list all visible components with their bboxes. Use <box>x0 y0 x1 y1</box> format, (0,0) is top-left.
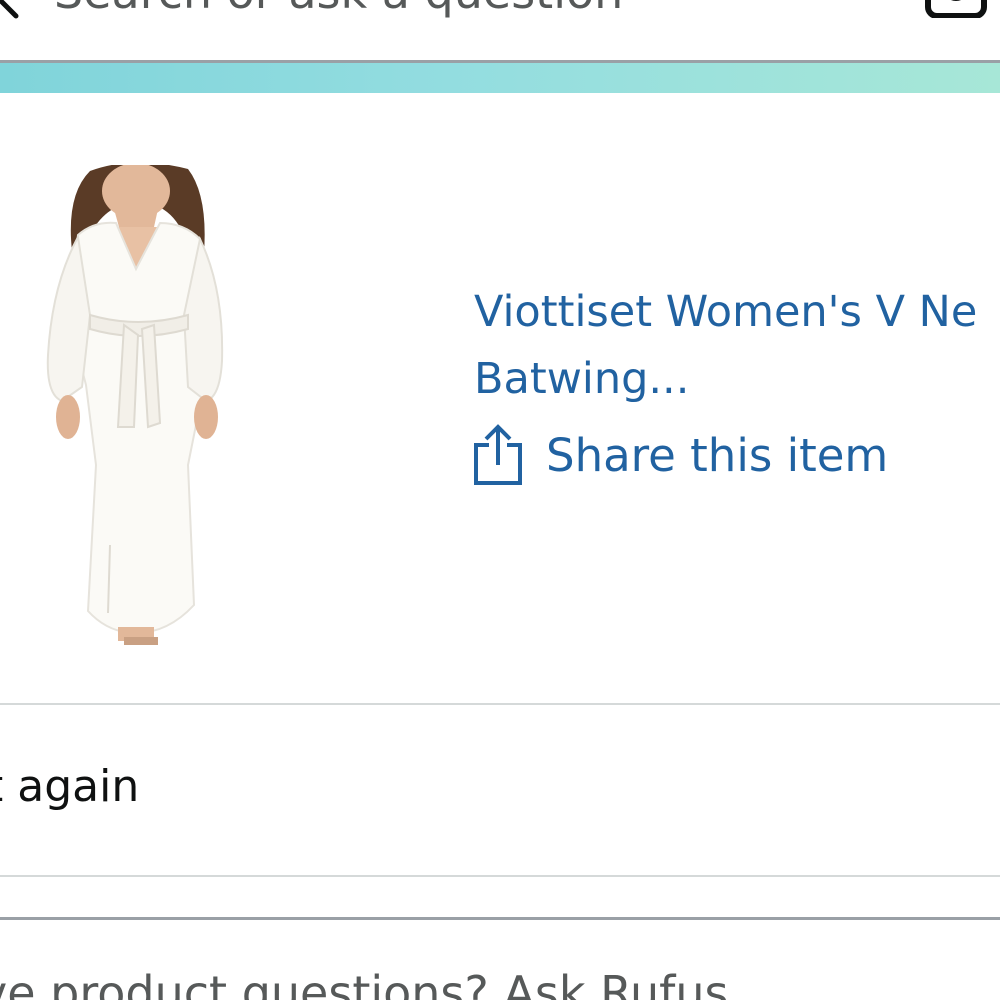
chevron-left-icon[interactable] <box>0 0 30 22</box>
search-input[interactable]: Search or ask a question <box>54 0 623 20</box>
share-icon <box>474 424 522 485</box>
buy-again-row[interactable]: t again <box>0 705 1000 875</box>
order-details-screen: Search or ask a question <box>0 0 1000 1000</box>
camera-lens-icon[interactable] <box>924 0 988 18</box>
share-item-label: Share this item <box>546 428 889 482</box>
share-item-button[interactable]: Share this item <box>472 423 888 487</box>
ask-rufus-prompt[interactable]: ve product questions? Ask Rufus <box>0 965 729 1000</box>
product-image[interactable] <box>38 165 228 645</box>
section-divider <box>0 917 1000 920</box>
product-title-line-2[interactable]: Batwing... <box>474 346 1000 413</box>
header-gradient-strip <box>0 63 1000 93</box>
section-gap <box>0 877 1000 917</box>
product-title-link[interactable]: Viottiset Women's V Ne Batwing... <box>474 279 1000 413</box>
buy-again-label[interactable]: t again <box>0 759 139 815</box>
search-bar[interactable]: Search or ask a question <box>0 0 1000 63</box>
product-section: Viottiset Women's V Ne Batwing... Share … <box>0 93 1000 703</box>
product-title-line-1[interactable]: Viottiset Women's V Ne <box>474 279 1000 346</box>
